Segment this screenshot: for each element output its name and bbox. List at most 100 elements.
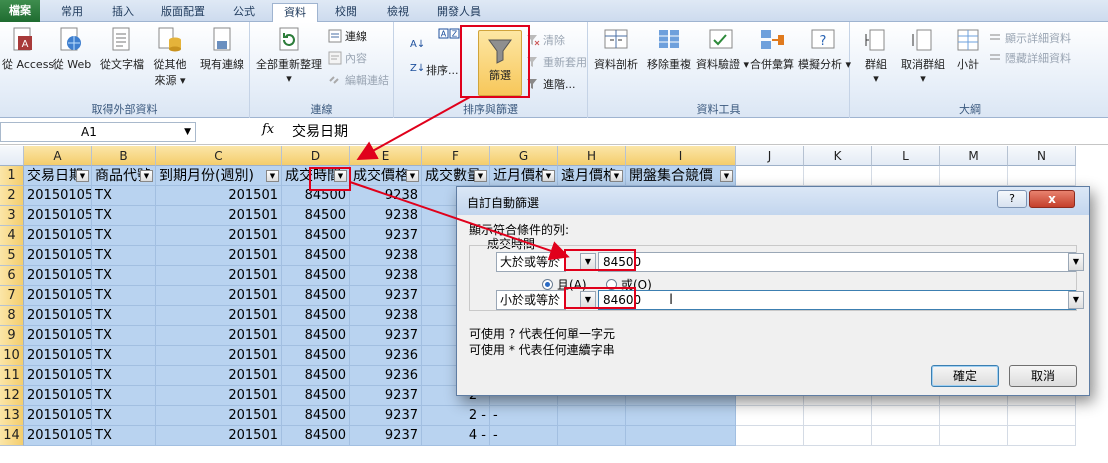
empty-cell[interactable]	[872, 426, 940, 446]
column-header-d[interactable]: D	[282, 146, 350, 166]
table-cell[interactable]: 9236	[350, 346, 422, 366]
dialog-titlebar[interactable]: 自訂自動篩選 ? x	[457, 187, 1089, 215]
table-cell[interactable]: 201501	[156, 426, 282, 446]
column-header-h[interactable]: H	[558, 146, 626, 166]
column-header-e[interactable]: E	[350, 146, 422, 166]
row-header-14[interactable]: 14	[0, 426, 24, 446]
table-cell[interactable]: 9238	[350, 186, 422, 206]
existing-connections-button[interactable]: 現有連線	[196, 26, 248, 72]
sort-ascending-button[interactable]: A↓	[410, 36, 424, 50]
table-cell[interactable]: TX	[92, 186, 156, 206]
from-text-button[interactable]: 從文字檔	[96, 26, 148, 72]
table-cell[interactable]: 20150105	[24, 246, 92, 266]
header-cell[interactable]: 交易日期 ▼	[24, 166, 92, 186]
column-header-l[interactable]: L	[872, 146, 940, 166]
table-cell[interactable]: 9238	[350, 246, 422, 266]
table-cell[interactable]: 20150105	[24, 326, 92, 346]
table-cell[interactable]: 201501	[156, 406, 282, 426]
table-cell[interactable]: TX	[92, 366, 156, 386]
column-header-j[interactable]: J	[736, 146, 804, 166]
operator-select-1[interactable]: 大於或等於	[496, 252, 566, 272]
header-cell[interactable]: 遠月價格 ▼	[558, 166, 626, 186]
value-input-2[interactable]: 84600 I	[598, 290, 1076, 310]
insert-function-button[interactable]: fx	[262, 122, 274, 137]
table-cell[interactable]: TX	[92, 266, 156, 286]
cancel-button[interactable]: 取消	[1009, 365, 1077, 387]
table-cell[interactable]: 84500	[282, 206, 350, 226]
row-header-10[interactable]: 10	[0, 346, 24, 366]
empty-cell[interactable]	[872, 406, 940, 426]
autofilter-dropdown-icon[interactable]: ▼	[406, 170, 419, 182]
autofilter-dropdown-icon[interactable]: ▼	[720, 170, 733, 182]
table-cell[interactable]: 9237	[350, 286, 422, 306]
table-cell[interactable]: 9237	[350, 226, 422, 246]
close-button[interactable]: x	[1029, 190, 1075, 208]
from-web-button[interactable]: 從 Web	[50, 26, 94, 72]
name-box[interactable]: A1 ▼	[0, 122, 196, 142]
header-cell[interactable]: 商品代號 ▼	[92, 166, 156, 186]
table-cell[interactable]: TX	[92, 346, 156, 366]
row-header-1[interactable]: 1	[0, 166, 24, 186]
table-cell[interactable]: TX	[92, 326, 156, 346]
table-cell[interactable]: 20150105	[24, 306, 92, 326]
edit-links-button[interactable]: 編輯連結	[328, 72, 389, 88]
tab-file[interactable]: 檔案	[0, 0, 40, 22]
operator-dropdown-1-icon[interactable]: ▼	[580, 253, 596, 271]
tab-data[interactable]: 資料	[272, 3, 318, 22]
table-cell[interactable]: TX	[92, 426, 156, 446]
row-header-13[interactable]: 13	[0, 406, 24, 426]
tab-insert[interactable]: 插入	[100, 3, 146, 22]
column-header-g[interactable]: G	[490, 146, 558, 166]
table-cell[interactable]: 9238	[350, 206, 422, 226]
empty-cell[interactable]	[804, 406, 872, 426]
sort-dialog-label[interactable]: 排序...	[426, 62, 459, 78]
column-header-b[interactable]: B	[92, 146, 156, 166]
empty-cell[interactable]	[872, 166, 940, 186]
table-cell[interactable]: TX	[92, 386, 156, 406]
table-cell[interactable]: 9238	[350, 266, 422, 286]
table-cell[interactable]: 20150105	[24, 346, 92, 366]
value-dropdown-1-icon[interactable]: ▼	[1068, 253, 1084, 271]
header-cell[interactable]: 成交時間 ▼	[282, 166, 350, 186]
autofilter-dropdown-icon[interactable]: ▼	[140, 170, 153, 182]
table-cell[interactable]: 201501	[156, 186, 282, 206]
table-cell[interactable]: 201501	[156, 226, 282, 246]
header-cell[interactable]: 開盤集合競價 ▼	[626, 166, 736, 186]
table-cell[interactable]: 2 -	[422, 406, 490, 426]
table-cell[interactable]: 84500	[282, 426, 350, 446]
empty-cell[interactable]	[940, 426, 1008, 446]
row-header-9[interactable]: 9	[0, 326, 24, 346]
table-cell[interactable]: 9237	[350, 426, 422, 446]
table-cell[interactable]: 84500	[282, 186, 350, 206]
ok-button[interactable]: 確定	[931, 365, 999, 387]
table-cell[interactable]: 201501	[156, 246, 282, 266]
column-header-a[interactable]: A	[24, 146, 92, 166]
from-access-button[interactable]: A 從 Access	[2, 26, 54, 72]
value-dropdown-2-icon[interactable]: ▼	[1068, 291, 1084, 309]
table-cell[interactable]: TX	[92, 406, 156, 426]
row-header-2[interactable]: 2	[0, 186, 24, 206]
autofilter-dropdown-icon[interactable]: ▼	[334, 170, 347, 182]
properties-button[interactable]: 內容	[328, 50, 367, 66]
column-header-m[interactable]: M	[940, 146, 1008, 166]
text-to-columns-button[interactable]: 資料剖析	[592, 26, 640, 72]
autofilter-dropdown-icon[interactable]: ▼	[542, 170, 555, 182]
reapply-button[interactable]: 重新套用	[526, 54, 587, 70]
table-cell[interactable]: 20150105	[24, 226, 92, 246]
empty-cell[interactable]	[804, 166, 872, 186]
remove-duplicates-button[interactable]: 移除重複	[644, 26, 694, 72]
table-cell[interactable]: 9236	[350, 366, 422, 386]
tab-formulas[interactable]: 公式	[222, 3, 266, 22]
table-cell[interactable]: 20150105	[24, 386, 92, 406]
table-cell[interactable]: 201501	[156, 206, 282, 226]
row-header-5[interactable]: 5	[0, 246, 24, 266]
table-cell[interactable]: 9237	[350, 386, 422, 406]
table-cell[interactable]: 20150105	[24, 266, 92, 286]
header-cell[interactable]: 成交價格 ▼	[350, 166, 422, 186]
table-cell[interactable]: -	[490, 406, 558, 426]
from-other-sources-button[interactable]: 從其他 來源 ▾	[148, 26, 192, 88]
row-header-4[interactable]: 4	[0, 226, 24, 246]
connections-button[interactable]: 連線	[328, 28, 367, 44]
table-cell[interactable]: 201501	[156, 286, 282, 306]
table-cell[interactable]: 20150105	[24, 366, 92, 386]
